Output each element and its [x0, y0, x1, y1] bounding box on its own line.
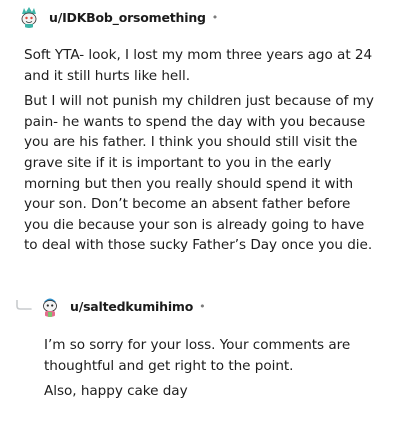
snoo-avatar-icon[interactable] — [39, 295, 61, 317]
comment: u/IDKBob_orsomething • Soft YTA- look, I… — [0, 0, 400, 270]
snoo-avatar-icon[interactable] — [18, 6, 40, 28]
meta-separator: • — [199, 299, 206, 313]
meta-separator: • — [211, 10, 219, 24]
reply-arrow-icon — [16, 300, 32, 310]
comment-username[interactable]: u/saltedkumihimo — [70, 299, 193, 314]
comment-paragraph: Soft YTA- look, I lost my mom three year… — [24, 47, 373, 84]
comment-username[interactable]: u/IDKBob_orsomething — [49, 10, 206, 25]
comment-paragraph: But I will not punish my children just b… — [24, 93, 374, 254]
reply-comment: u/saltedkumihimo • I’m so sorry for your… — [0, 280, 400, 428]
comment-header: u/IDKBob_orsomething • — [18, 3, 218, 31]
comment-body: I’m so sorry for your loss. Your comment… — [44, 335, 364, 402]
comment-body: Soft YTA- look, I lost my mom three year… — [24, 45, 376, 256]
comment-header: u/saltedkumihimo • — [39, 292, 206, 320]
comment-paragraph: I’m so sorry for your loss. Your comment… — [44, 337, 351, 374]
comment-paragraph: Also, happy cake day — [44, 383, 188, 400]
